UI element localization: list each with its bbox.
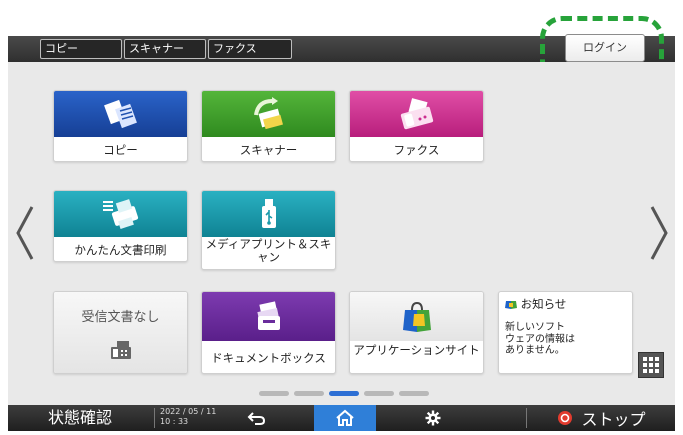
page-dot-active[interactable]	[329, 391, 359, 396]
fax-icon	[400, 98, 433, 130]
date-time-display: 2022 / 05 / 11 10 : 33	[160, 407, 216, 426]
tab-fax[interactable]: ファクス	[208, 39, 292, 59]
notice-widget[interactable]: お知らせ 新しいソフト ウェアの情報は ありません。	[498, 291, 633, 374]
fax-tile-label: ファクス	[393, 143, 440, 157]
next-page-arrow-icon[interactable]	[648, 205, 670, 261]
page-dot[interactable]	[259, 391, 289, 396]
home-button[interactable]	[314, 405, 376, 431]
easy-print-tile-label: かんたん文書印刷	[74, 243, 167, 257]
tab-copy[interactable]: コピー	[40, 39, 122, 59]
scanner-icon	[253, 97, 283, 130]
date-text: 2022 / 05 / 11	[160, 407, 217, 416]
page-dot[interactable]	[399, 391, 429, 396]
app-list-button[interactable]	[638, 352, 664, 378]
stop-label: ストップ	[581, 410, 646, 429]
home-icon	[336, 409, 354, 426]
document-box-icon	[256, 300, 280, 330]
page-dot[interactable]	[364, 391, 394, 396]
tab-scanner[interactable]: スキャナー	[124, 39, 206, 59]
scanner-tile-label: スキャナー	[239, 143, 298, 157]
fax-machine-icon	[111, 341, 131, 359]
stop-button[interactable]: ストップ	[528, 405, 675, 431]
gear-icon	[425, 410, 441, 426]
application-site-tile[interactable]: アプリケーションサイト	[349, 291, 484, 374]
received-documents-label: 受信文書なし	[81, 310, 160, 325]
page-dot[interactable]	[294, 391, 324, 396]
bottom-bar: 状態確認 2022 / 05 / 11 10 : 33 ストップ	[8, 405, 675, 431]
media-print-scan-tile-label: メディアプリント＆スキャン	[205, 237, 332, 264]
printer-icon	[102, 199, 138, 229]
application-site-tile-label: アプリケーションサイト	[353, 343, 480, 357]
settings-button[interactable]	[413, 405, 453, 431]
copy-icon	[103, 99, 137, 129]
grid-icon	[643, 357, 659, 373]
copy-tile[interactable]: コピー	[53, 90, 188, 162]
document-box-tile[interactable]: ドキュメントボックス	[201, 291, 336, 374]
previous-page-arrow-icon[interactable]	[14, 205, 36, 261]
notice-title: お知らせ	[520, 297, 567, 311]
easy-print-tile[interactable]: かんたん文書印刷	[53, 190, 188, 262]
shopping-bag-icon	[402, 301, 431, 332]
time-text: 10 : 33	[160, 416, 189, 426]
document-box-tile-label: ドキュメントボックス	[211, 351, 326, 365]
operation-panel: コピー スキャナー ファクス ログイン コピー スキャナー ファクス かんたん文…	[0, 0, 683, 435]
media-print-scan-tile[interactable]: メディアプリント＆スキャン	[201, 190, 336, 270]
status-check-button[interactable]: 状態確認	[8, 405, 152, 431]
notice-bag-icon	[505, 301, 517, 309]
back-arrow-icon	[247, 412, 266, 425]
scanner-tile[interactable]: スキャナー	[201, 90, 336, 162]
copy-tile-label: コピー	[103, 143, 138, 157]
received-documents-tile: 受信文書なし	[53, 291, 188, 374]
fax-tile[interactable]: ファクス	[349, 90, 484, 162]
usb-memory-icon	[261, 199, 276, 228]
back-button[interactable]	[234, 405, 280, 431]
stop-icon	[558, 411, 573, 425]
notice-text: 新しいソフト ウェアの情報は ありません。	[505, 322, 575, 356]
